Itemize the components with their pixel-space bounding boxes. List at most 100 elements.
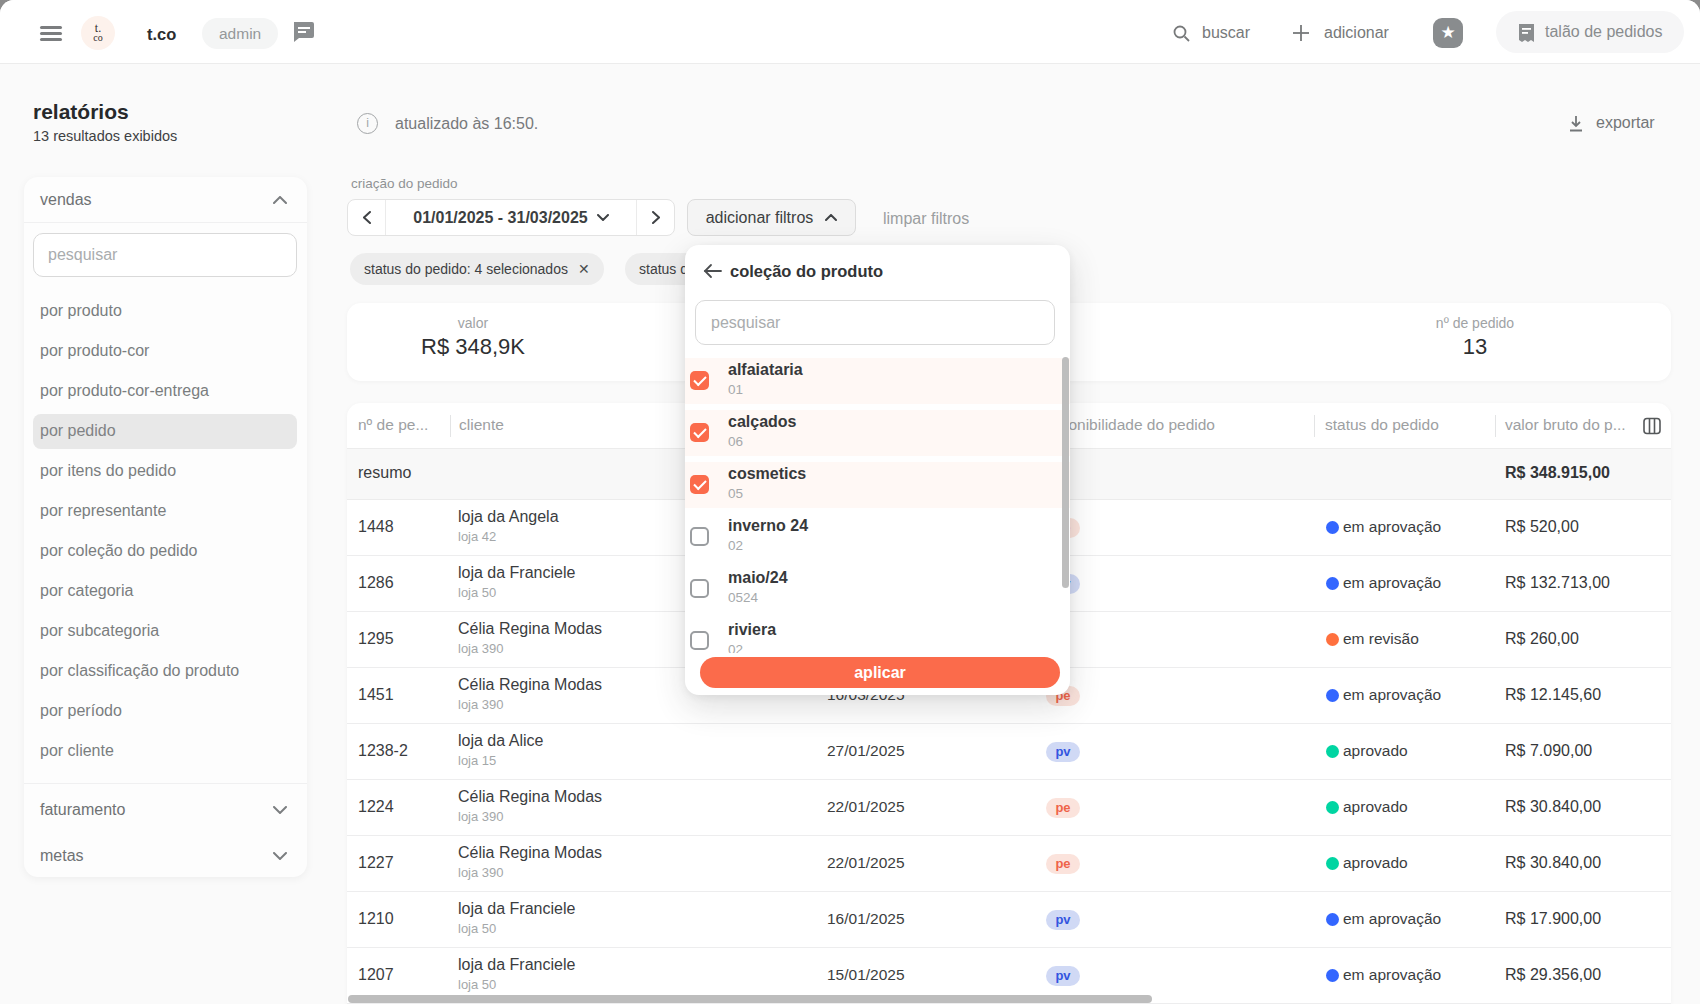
- date-next-button[interactable]: [637, 200, 674, 235]
- sidebar-group-vendas[interactable]: vendas: [40, 183, 291, 217]
- sidebar-item-label: por subcategoria: [40, 622, 159, 639]
- sidebar-item[interactable]: por coleção do pedido: [33, 531, 297, 571]
- menu-icon[interactable]: [40, 26, 62, 44]
- plus-icon[interactable]: [1292, 24, 1310, 46]
- filter-option-code: 0524: [728, 590, 758, 605]
- date-range-picker: 01/01/2025 - 31/03/2025: [347, 199, 675, 236]
- filter-option-label: maio/24: [728, 569, 788, 587]
- sidebar-item[interactable]: por produto: [33, 291, 297, 331]
- stat-value: 13: [1349, 334, 1601, 360]
- sidebar-group-faturamento-label: faturamento: [40, 801, 125, 818]
- sidebar-item[interactable]: por representante: [33, 491, 297, 531]
- star-button[interactable]: ★: [1433, 18, 1463, 48]
- filter-option[interactable]: cosmetics05: [685, 462, 1070, 508]
- checkbox-unchecked-icon[interactable]: [690, 631, 709, 650]
- table-row[interactable]: 1224Célia Regina Modasloja 39022/01/2025…: [347, 780, 1671, 836]
- info-icon[interactable]: i: [357, 113, 378, 134]
- filter-option[interactable]: alfaiataria01: [685, 358, 1070, 404]
- cell-client-store: loja 390: [458, 697, 504, 712]
- filter-panel-title: coleção do produto: [730, 262, 883, 281]
- sidebar-group-faturamento[interactable]: faturamento: [40, 790, 291, 830]
- sidebar-group-metas[interactable]: metas: [40, 836, 291, 876]
- filter-option[interactable]: inverno 2402: [685, 514, 1070, 560]
- checkbox-checked-icon[interactable]: [690, 371, 709, 390]
- cell-order-number: 1224: [358, 798, 394, 816]
- add-filters-label: adicionar filtros: [706, 209, 814, 227]
- cell-status: em aprovação: [1343, 910, 1441, 928]
- brand-logo[interactable]: t. co: [81, 16, 115, 50]
- table-row[interactable]: 1227Célia Regina Modasloja 39022/01/2025…: [347, 836, 1671, 892]
- sidebar-card: vendas por produto por produto-cor por pro…: [24, 177, 307, 877]
- filter-option-code: 02: [728, 538, 743, 553]
- filter-option[interactable]: calçados06: [685, 410, 1070, 456]
- export-button[interactable]: exportar: [1568, 114, 1655, 132]
- status-dot: [1326, 577, 1339, 590]
- col-header-client[interactable]: cliente: [459, 416, 504, 434]
- cell-status: em aprovação: [1343, 518, 1441, 536]
- cell-gross-value: R$ 520,00: [1505, 518, 1579, 536]
- checkbox-unchecked-icon[interactable]: [690, 579, 709, 598]
- cell-creation-date: 27/01/2025: [827, 742, 905, 760]
- sidebar-item[interactable]: por período: [33, 691, 297, 731]
- horizontal-scrollbar[interactable]: [348, 995, 1152, 1003]
- col-header-order[interactable]: nº de pe...: [358, 416, 428, 434]
- filter-search-input[interactable]: [695, 300, 1055, 345]
- sidebar-item[interactable]: por categoria: [33, 571, 297, 611]
- chat-icon[interactable]: [290, 19, 316, 49]
- cell-client-name: Célia Regina Modas: [458, 788, 602, 806]
- stat-label: valor: [347, 315, 599, 331]
- sidebar-item[interactable]: por classificação do produto: [33, 651, 297, 691]
- status-dot: [1326, 969, 1339, 982]
- filter-option-label: cosmetics: [728, 465, 806, 483]
- sidebar-item[interactable]: por cliente: [33, 731, 297, 771]
- table-row[interactable]: 1210loja da Francieleloja 5016/01/2025pv…: [347, 892, 1671, 948]
- search-icon[interactable]: [1172, 24, 1191, 47]
- add-label[interactable]: adicionar: [1324, 24, 1389, 42]
- col-header-gross[interactable]: valor bruto do p...: [1505, 416, 1626, 434]
- col-header-status[interactable]: status do pedido: [1325, 416, 1439, 434]
- sidebar-item[interactable]: por produto-cor-entrega: [33, 371, 297, 411]
- filter-option-code: 02: [728, 642, 743, 653]
- download-icon: [1568, 115, 1584, 132]
- filter-option[interactable]: maio/24 0524: [685, 566, 1070, 612]
- date-prev-button[interactable]: [348, 200, 385, 235]
- apply-button[interactable]: aplicar: [700, 657, 1060, 688]
- order-pad-button[interactable]: talão de pedidos: [1496, 11, 1684, 53]
- availability-badge: pv: [1046, 742, 1080, 762]
- close-icon[interactable]: ✕: [578, 261, 590, 277]
- back-arrow-icon[interactable]: [703, 263, 722, 283]
- sidebar-item[interactable]: por pedido: [33, 411, 297, 451]
- filter-option[interactable]: riviera02: [685, 618, 1070, 653]
- panel-scrollbar[interactable]: [1062, 357, 1069, 588]
- sidebar-item-label: por pedido: [40, 422, 116, 439]
- sidebar-search-input[interactable]: [33, 233, 297, 277]
- cell-order-number: 1448: [358, 518, 394, 536]
- top-bar: t. co t.co admin buscar adicionar ★ talã…: [0, 0, 1700, 64]
- cell-gross-value: R$ 29.356,00: [1505, 966, 1601, 984]
- cell-status: em aprovação: [1343, 966, 1441, 984]
- add-filters-button[interactable]: adicionar filtros: [687, 199, 856, 236]
- sidebar-item-label: por categoria: [40, 582, 133, 599]
- cell-client-store: loja 50: [458, 585, 496, 600]
- checkbox-unchecked-icon[interactable]: [690, 527, 709, 546]
- clear-filters-button[interactable]: limpar filtros: [883, 210, 969, 228]
- date-range-value[interactable]: 01/01/2025 - 31/03/2025: [385, 200, 637, 235]
- sidebar-item[interactable]: por produto-cor: [33, 331, 297, 371]
- sidebar-item-label: por produto-cor: [40, 342, 149, 359]
- checkbox-checked-icon[interactable]: [690, 475, 709, 494]
- filter-option-code: 06: [728, 434, 743, 449]
- sidebar-item-label: por coleção do pedido: [40, 542, 197, 559]
- cell-status: em revisão: [1343, 630, 1419, 648]
- table-row[interactable]: 1238-2loja da Aliceloja 1527/01/2025pvap…: [347, 724, 1671, 780]
- search-label[interactable]: buscar: [1202, 24, 1250, 42]
- filter-chip-status[interactable]: status do pedido: 4 selecionados ✕: [350, 253, 604, 285]
- order-pad-label: talão de pedidos: [1545, 23, 1662, 41]
- checkbox-checked-icon[interactable]: [690, 423, 709, 442]
- cell-status: aprovado: [1343, 798, 1408, 816]
- sidebar-item[interactable]: por itens do pedido: [33, 451, 297, 491]
- cell-gross-value: R$ 260,00: [1505, 630, 1579, 648]
- cell-client-name: loja da Franciele: [458, 900, 575, 918]
- sidebar-item[interactable]: por subcategoria: [33, 611, 297, 651]
- columns-icon[interactable]: [1643, 417, 1661, 435]
- filter-option-code: 01: [728, 382, 743, 397]
